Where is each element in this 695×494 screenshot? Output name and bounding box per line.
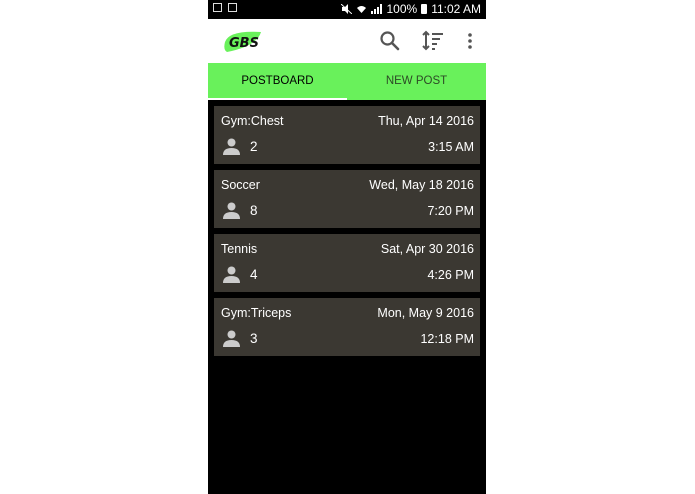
gallery-notification-icon [213, 3, 222, 12]
tab-postboard[interactable]: POSTBOARD [208, 63, 347, 100]
person-icon [223, 330, 240, 347]
participant-count: 2 [250, 139, 258, 154]
status-time: 11:02 AM [431, 2, 481, 16]
post-list: Gym:Chest Thu, Apr 14 2016 2 3:15 AM Soc… [214, 106, 480, 362]
svg-text:GBS: GBS [229, 36, 259, 51]
person-icon [223, 202, 240, 219]
status-bar: 100% 11:02 AM [208, 0, 486, 19]
participant-count: 4 [250, 267, 258, 282]
post-name: Gym:Chest [221, 114, 284, 128]
post-date: Wed, May 18 2016 [369, 178, 474, 192]
participant-count: 3 [250, 331, 258, 346]
phone-screen: 100% 11:02 AM GBS POSTBOARD NEW POST Gym… [208, 0, 486, 494]
post-card-soccer[interactable]: Soccer Wed, May 18 2016 8 7:20 PM [214, 170, 480, 228]
post-time: 12:18 PM [420, 332, 474, 346]
mute-icon [341, 4, 353, 14]
post-card-tennis[interactable]: Tennis Sat, Apr 30 2016 4 4:26 PM [214, 234, 480, 292]
search-icon[interactable] [378, 29, 402, 53]
tab-bar: POSTBOARD NEW POST [208, 63, 486, 100]
post-time: 4:26 PM [427, 268, 474, 282]
more-vert-icon[interactable] [458, 29, 482, 53]
post-date: Sat, Apr 30 2016 [380, 242, 474, 256]
post-date: Thu, Apr 14 2016 [378, 114, 474, 128]
post-name: Gym:Triceps [221, 306, 292, 320]
post-date: Mon, May 9 2016 [377, 306, 474, 320]
post-card-gym-triceps[interactable]: Gym:Triceps Mon, May 9 2016 3 12:18 PM [214, 298, 480, 356]
participant-count: 8 [250, 203, 258, 218]
app-bar: GBS [208, 19, 486, 63]
person-icon [223, 266, 240, 283]
post-name: Tennis [221, 242, 258, 256]
tab-new-post[interactable]: NEW POST [347, 63, 486, 100]
person-icon [223, 138, 240, 155]
signal-icon [371, 4, 383, 14]
post-time: 7:20 PM [427, 204, 474, 218]
sort-icon[interactable] [421, 29, 445, 53]
wifi-icon [357, 6, 367, 13]
gbs-logo: GBS [224, 31, 261, 52]
post-name: Soccer [221, 178, 260, 192]
battery-icon [421, 4, 428, 14]
post-time: 3:15 AM [428, 140, 474, 154]
battery-percent: 100% [386, 2, 418, 16]
app-notification-icon [228, 3, 237, 12]
post-card-gym-chest[interactable]: Gym:Chest Thu, Apr 14 2016 2 3:15 AM [214, 106, 480, 164]
